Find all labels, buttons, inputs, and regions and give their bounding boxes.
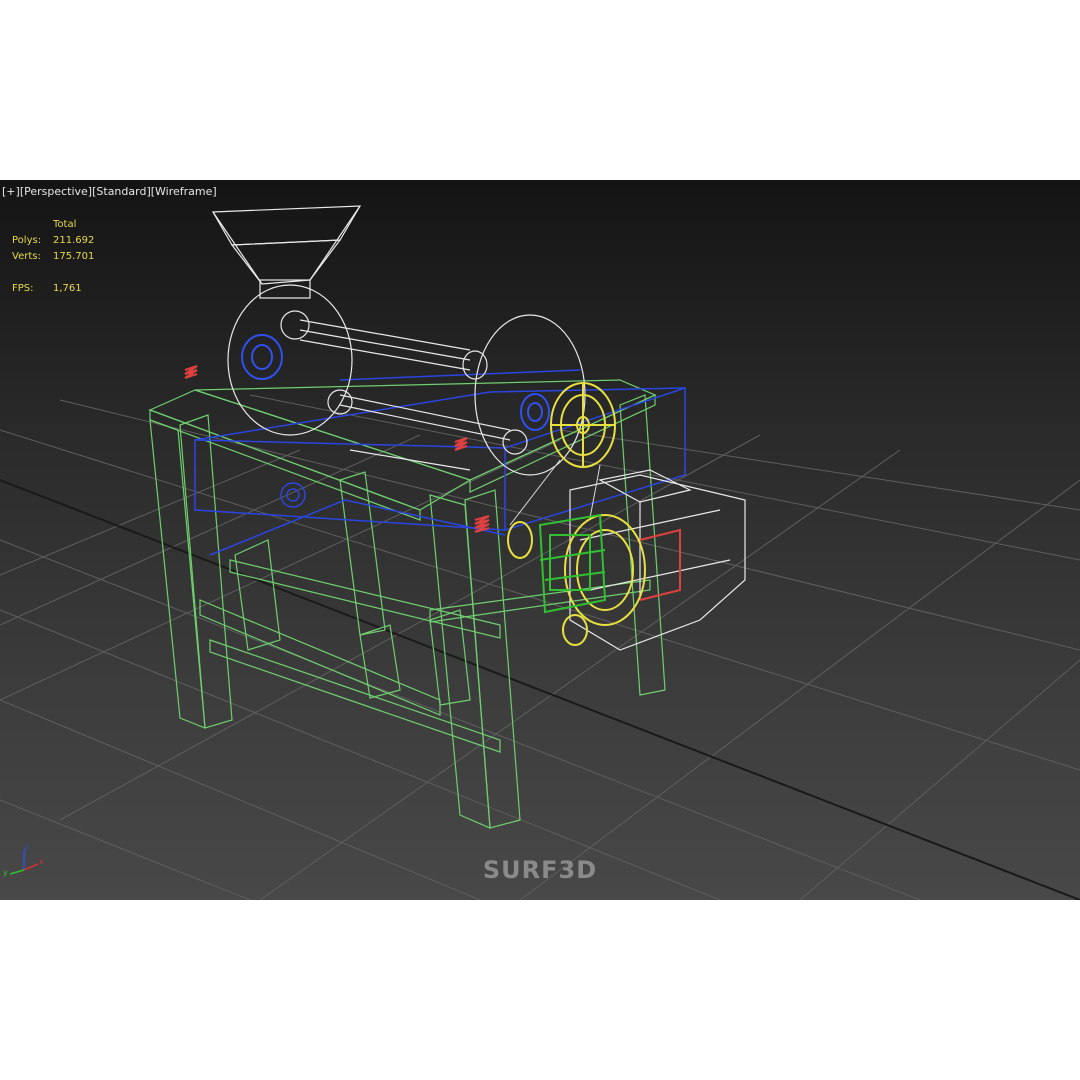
drum-housing bbox=[194, 369, 686, 556]
sieve-drum bbox=[211, 205, 746, 651]
axis-z-label: z bbox=[24, 844, 28, 852]
viewport-menu-button[interactable]: [+] bbox=[2, 185, 20, 198]
ground-grid bbox=[0, 394, 1080, 900]
watermark: SURF3D bbox=[482, 856, 598, 884]
display-mode-label[interactable]: [Wireframe] bbox=[151, 185, 217, 198]
viewport-label-menu: [+][Perspective][Standard][Wireframe] bbox=[2, 185, 217, 198]
polys-value: 211.692 bbox=[53, 235, 95, 246]
polys-label: Polys: bbox=[12, 235, 42, 246]
verts-label: Verts: bbox=[12, 251, 41, 262]
fps-label: FPS: bbox=[12, 283, 34, 294]
statistics-overlay: Total Polys: 211.692 Verts: 175.701 FPS: 1,… bbox=[12, 217, 94, 297]
stats-header: Total bbox=[53, 219, 77, 230]
perspective-viewport[interactable]: [+][Perspective][Standard][Wireframe] To… bbox=[0, 180, 1080, 900]
wireframe-scene[interactable] bbox=[0, 180, 1080, 900]
shading-mode-label[interactable]: [Standard] bbox=[92, 185, 151, 198]
view-point-label[interactable]: [Perspective] bbox=[20, 185, 92, 198]
fps-value: 1,761 bbox=[53, 283, 82, 294]
verts-value: 175.701 bbox=[53, 251, 95, 262]
